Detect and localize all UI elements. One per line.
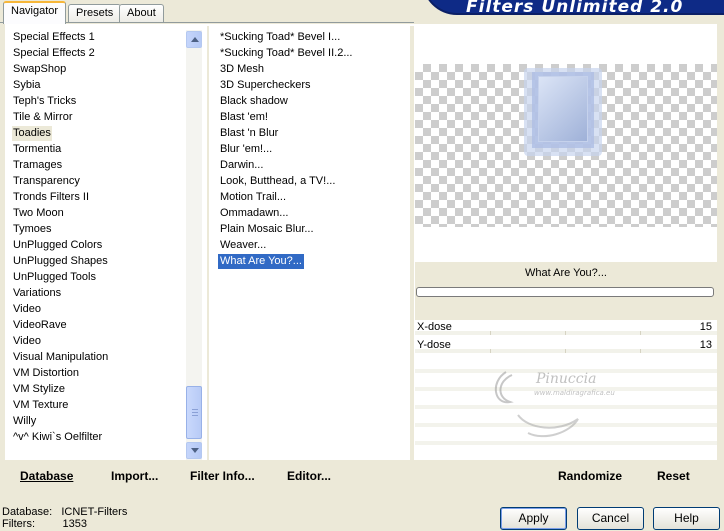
category-item[interactable]: Sybia <box>12 78 42 93</box>
watermark-url: www.maldiragrafica.eu <box>534 389 615 397</box>
category-item[interactable]: VM Distortion <box>12 366 80 381</box>
filter-item[interactable]: Black shadow <box>218 94 290 109</box>
category-item[interactable]: Video <box>12 302 42 317</box>
tab-presets[interactable]: Presets <box>68 4 122 23</box>
filter-item[interactable]: Blur 'em!... <box>218 142 274 157</box>
watermark-name: Pinuccia <box>535 371 596 387</box>
editor-button[interactable]: Editor... <box>287 469 331 483</box>
progress-bar <box>416 287 714 297</box>
filter-item[interactable]: *Sucking Toad* Bevel I... <box>218 30 342 45</box>
category-item[interactable]: ^v^ Kiwi`s Oelfilter <box>12 430 103 445</box>
category-item[interactable]: Special Effects 1 <box>12 30 96 45</box>
pane-divider <box>410 26 414 460</box>
param-x-dose-slider[interactable] <box>415 331 717 335</box>
header-banner: Filters Unlimited 2.0 <box>414 0 724 15</box>
randomize-button-label: Randomize <box>558 469 623 483</box>
category-item[interactable]: Tronds Filters II <box>12 190 90 205</box>
slider-tick <box>565 331 566 335</box>
scroll-thumb[interactable] <box>186 386 202 439</box>
chevron-up-icon <box>191 37 199 42</box>
apply-button[interactable]: Apply <box>500 507 567 530</box>
filter-item[interactable]: Motion Trail... <box>218 190 288 205</box>
param-x-dose[interactable]: X-dose 15 <box>415 319 717 335</box>
category-item[interactable]: Willy <box>12 414 37 429</box>
category-item[interactable]: Visual Manipulation <box>12 350 109 365</box>
status-database-label: Database: <box>2 506 53 518</box>
filter-item[interactable]: *Sucking Toad* Bevel II.2... <box>218 46 355 61</box>
help-button[interactable]: Help <box>653 507 720 530</box>
category-item[interactable]: VideoRave <box>12 318 68 333</box>
filter-info-button-label: Filter Info... <box>190 469 255 483</box>
tab-navigator-label: Navigator <box>11 5 59 17</box>
tab-about[interactable]: About <box>119 4 164 23</box>
filter-name-label: What Are You?... <box>525 267 607 279</box>
filter-item[interactable]: Blast 'n Blur <box>218 126 280 141</box>
filter-item[interactable]: Ommadawn... <box>218 206 290 221</box>
filter-item[interactable]: 3D Mesh <box>218 62 266 77</box>
category-item[interactable]: Teph's Tricks <box>12 94 77 109</box>
tab-navigator[interactable]: Navigator <box>3 1 67 24</box>
category-item[interactable]: Two Moon <box>12 206 65 221</box>
param-y-dose-slider[interactable] <box>415 349 717 353</box>
editor-button-label: Editor... <box>287 469 332 483</box>
category-item[interactable]: UnPlugged Tools <box>12 270 97 285</box>
category-item[interactable]: Variations <box>12 286 62 301</box>
filter-item[interactable]: Weaver... <box>218 238 268 253</box>
status-database-value: ICNET-Filters <box>61 506 128 518</box>
slider-tick <box>490 331 491 335</box>
slider-tick <box>640 331 641 335</box>
category-item[interactable]: VM Texture <box>12 398 69 413</box>
category-item[interactable]: SwapShop <box>12 62 67 77</box>
scroll-down-button[interactable] <box>186 442 202 459</box>
pane-divider <box>207 26 209 460</box>
filter-info-button[interactable]: Filter Info... <box>190 469 255 483</box>
status-database: Database: ICNET-Filters <box>2 506 127 518</box>
category-item[interactable]: Tile & Mirror <box>12 110 73 125</box>
category-item[interactable]: UnPlugged Colors <box>12 238 103 253</box>
filter-item[interactable]: 3D Supercheckers <box>218 78 313 93</box>
filter-item[interactable]: Look, Butthead, a TV!... <box>218 174 337 189</box>
category-item[interactable]: Tymoes <box>12 222 53 237</box>
randomize-button[interactable]: Randomize <box>558 469 622 483</box>
category-item[interactable]: Video <box>12 334 42 349</box>
status-filters-value: 1353 <box>62 518 87 530</box>
tab-presets-label: Presets <box>76 7 114 19</box>
slider-tick <box>565 349 566 353</box>
preview-frame <box>538 76 588 142</box>
status-filters-label: Filters: <box>2 518 35 530</box>
watermark-logo: Pinuccia www.maldiragrafica.eu <box>495 371 615 438</box>
filter-item[interactable]: What Are You?... <box>217 253 305 270</box>
param-y-dose[interactable]: Y-dose 13 <box>415 337 717 353</box>
database-button-label: Database <box>20 469 74 483</box>
grip-line <box>192 415 198 416</box>
category-item[interactable]: Toadies <box>12 126 52 141</box>
category-item[interactable]: VM Stylize <box>12 382 66 397</box>
filter-item[interactable]: Darwin... <box>218 158 265 173</box>
reset-button-label: Reset <box>657 469 690 483</box>
status-filters: Filters: 1353 <box>2 518 87 530</box>
cancel-button[interactable]: Cancel <box>577 507 644 530</box>
slider-tick <box>490 349 491 353</box>
category-item[interactable]: Tramages <box>12 158 63 173</box>
slider-tick <box>640 349 641 353</box>
import-button[interactable]: Import... <box>111 469 158 483</box>
category-scrollbar[interactable] <box>186 30 202 460</box>
grip-line <box>192 412 198 413</box>
chevron-down-icon <box>191 448 199 453</box>
import-button-label: Import... <box>111 469 159 483</box>
reset-button[interactable]: Reset <box>657 469 690 483</box>
category-item[interactable]: Special Effects 2 <box>12 46 96 61</box>
grip-line <box>192 409 198 410</box>
database-button[interactable]: Database <box>20 469 73 483</box>
category-item[interactable]: UnPlugged Shapes <box>12 254 109 269</box>
category-item[interactable]: Transparency <box>12 174 81 189</box>
scroll-up-button[interactable] <box>186 31 202 48</box>
filter-item[interactable]: Blast 'em! <box>218 110 270 125</box>
category-item[interactable]: Tormentia <box>12 142 62 157</box>
app-title: Filters Unlimited 2.0 <box>466 0 684 15</box>
preview-canvas <box>415 64 717 227</box>
filter-item[interactable]: Plain Mosaic Blur... <box>218 222 316 237</box>
tab-about-label: About <box>127 7 156 19</box>
